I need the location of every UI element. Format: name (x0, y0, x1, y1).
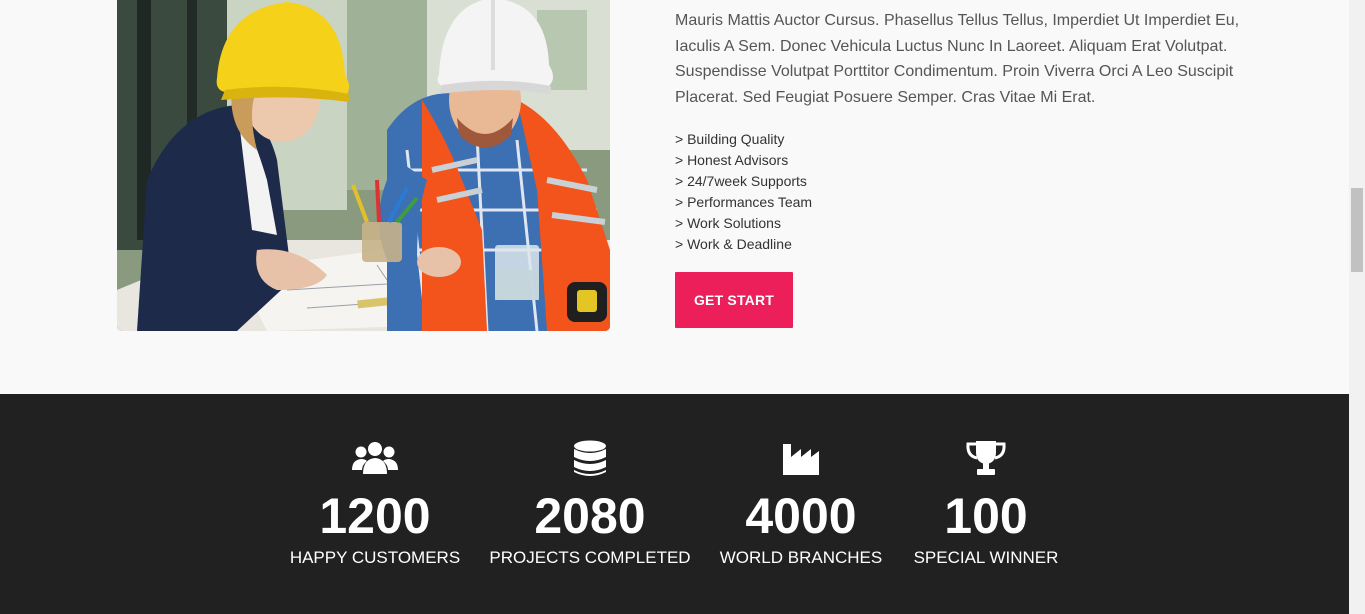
stat-value: 1200 (319, 488, 431, 544)
page-scrollbar[interactable] (1349, 0, 1365, 614)
database-icon (475, 440, 705, 480)
trophy-icon (871, 440, 1101, 480)
get-start-button[interactable]: GET START (675, 272, 793, 328)
feature-item: > Honest Advisors (675, 152, 789, 168)
feature-item: > 24/7week Supports (675, 173, 807, 189)
stat-value: 100 (944, 488, 1028, 544)
page: Mauris Mattis Auctor Cursus. Phasellus T… (0, 0, 1349, 614)
stat-label: HAPPY CUSTOMERS (289, 548, 461, 567)
about-intro-text: Mauris Mattis Auctor Cursus. Phasellus T… (675, 12, 1240, 106)
feature-item: > Performances Team (675, 194, 813, 210)
features-list: > Building Quality > Honest Advisors > 2… (675, 129, 812, 255)
engineers-photo (117, 0, 610, 331)
stat-value: 2080 (534, 488, 646, 544)
scrollbar-thumb[interactable] (1351, 188, 1363, 272)
about-section: Mauris Mattis Auctor Cursus. Phasellus T… (0, 0, 1349, 394)
stat-label: PROJECTS COMPLETED (489, 548, 691, 567)
feature-item: > Work Solutions (675, 215, 781, 231)
feature-item: > Building Quality (675, 131, 785, 147)
stats-section: 1200 HAPPY CUSTOMERS 2080 PROJECTS COMPL… (0, 394, 1349, 614)
stat-label: SPECIAL WINNER (913, 548, 1059, 567)
feature-item: > Work & Deadline (675, 236, 792, 252)
users-icon (260, 440, 490, 480)
